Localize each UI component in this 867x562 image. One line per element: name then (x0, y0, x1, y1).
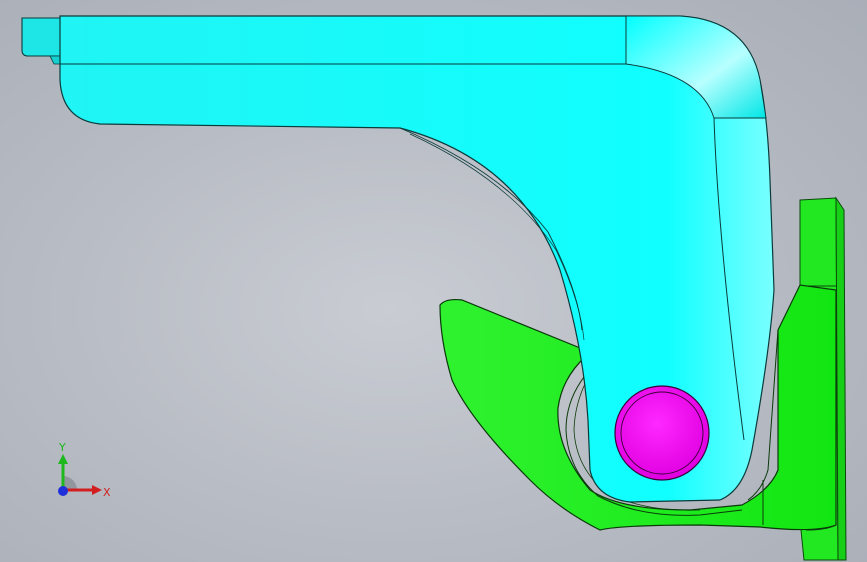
y-axis-arrowhead (58, 454, 68, 464)
cad-model-view[interactable] (0, 0, 867, 562)
pivot-pin[interactable] (614, 385, 710, 481)
x-axis-label: X (103, 486, 111, 499)
y-axis-label: Y (59, 441, 66, 454)
z-axis-dot (58, 486, 68, 496)
x-axis-arrowhead (92, 485, 102, 495)
cad-graphics-viewport[interactable]: Y X (0, 0, 867, 562)
